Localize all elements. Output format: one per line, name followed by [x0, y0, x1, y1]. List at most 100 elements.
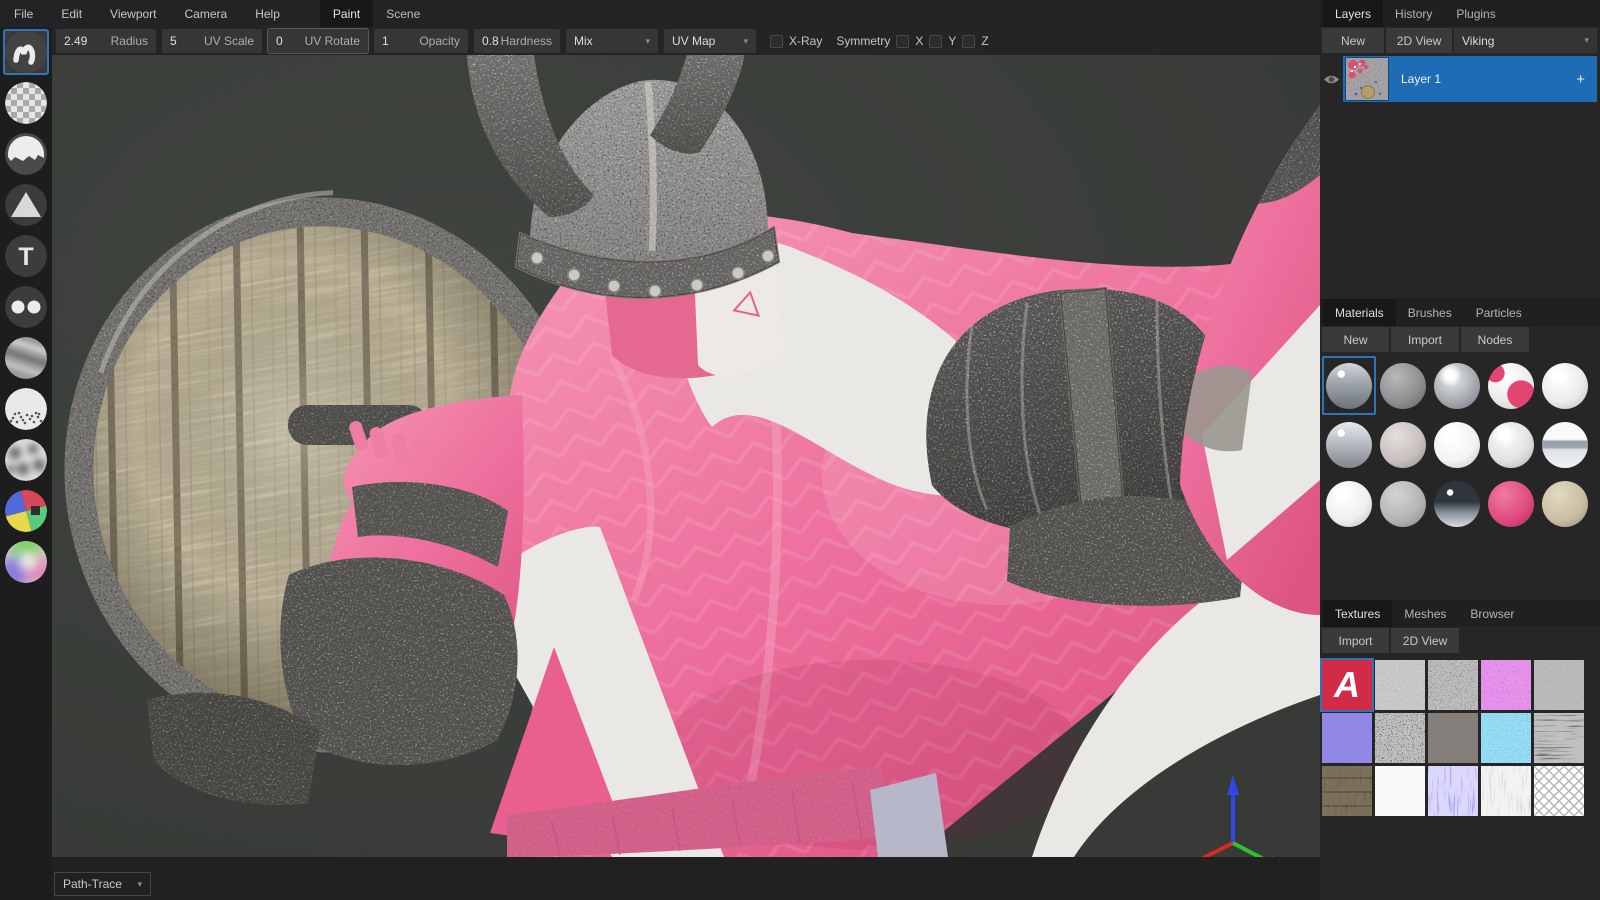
material-swatch-12[interactable]: [1376, 474, 1430, 533]
menu-camera[interactable]: Camera: [171, 0, 242, 27]
particle-icon: [5, 388, 47, 430]
tool-eraser[interactable]: [3, 80, 49, 126]
material-swatch-3[interactable]: [1430, 356, 1484, 415]
texture-thumb-13[interactable]: [1428, 766, 1481, 819]
render-mode-dropdown[interactable]: Path-Trace ▾: [54, 872, 151, 896]
viewport-bottom-bar: Path-Trace ▾: [52, 857, 1320, 900]
material-nodes-button[interactable]: Nodes: [1461, 327, 1529, 352]
material-sphere-preview: [1380, 363, 1426, 409]
menu-viewport[interactable]: Viewport: [96, 0, 170, 27]
material-swatch-5[interactable]: [1538, 356, 1592, 415]
tool-smudge[interactable]: [3, 437, 49, 483]
material-swatch-10[interactable]: [1538, 415, 1592, 474]
tab-history[interactable]: History: [1383, 0, 1444, 27]
material-swatch-7[interactable]: [1376, 415, 1430, 474]
tool-text[interactable]: T: [3, 233, 49, 279]
symmetry-x-checkbox[interactable]: [896, 35, 909, 48]
texture-thumb-10[interactable]: [1534, 713, 1587, 766]
uv-scale-label: UV Scale: [204, 34, 254, 48]
texture-thumb-12[interactable]: [1375, 766, 1428, 819]
texture-thumb-9[interactable]: [1481, 713, 1534, 766]
texture-thumb-4[interactable]: [1481, 660, 1534, 713]
blend-mode-dropdown[interactable]: Mix ▾: [566, 29, 658, 53]
layer-visibility-toggle[interactable]: [1320, 73, 1343, 86]
texture-thumb-5[interactable]: [1534, 660, 1587, 713]
texture-preview: [1375, 713, 1425, 763]
menu-help[interactable]: Help: [241, 0, 294, 27]
layer-selected-strip[interactable]: Layer 1 +: [1343, 56, 1597, 102]
uv-scale-field[interactable]: 5 UV Scale: [162, 29, 262, 53]
tab-textures[interactable]: Textures: [1323, 600, 1392, 627]
hardness-field[interactable]: 0.8 Hardness: [474, 29, 560, 53]
tab-paint[interactable]: Paint: [320, 0, 373, 27]
symmetry-y-checkbox[interactable]: [929, 35, 942, 48]
viewport-3d[interactable]: [52, 55, 1320, 857]
layer-row[interactable]: Layer 1 +: [1320, 56, 1600, 102]
layer-name: Layer 1: [1401, 72, 1441, 86]
texture-thumb-1[interactable]: A: [1322, 660, 1375, 713]
tab-scene[interactable]: Scene: [373, 0, 433, 27]
tab-meshes[interactable]: Meshes: [1392, 600, 1458, 627]
layer-new-button[interactable]: New: [1322, 28, 1384, 53]
opacity-field[interactable]: 1 Opacity: [374, 29, 468, 53]
material-sphere-preview: [1434, 363, 1480, 409]
tab-materials[interactable]: Materials: [1323, 299, 1396, 326]
uv-map-dropdown[interactable]: UV Map ▾: [664, 29, 756, 53]
uv-rotate-field[interactable]: 0 UV Rotate: [268, 29, 368, 53]
texture-thumb-15[interactable]: [1534, 766, 1587, 819]
xray-checkbox[interactable]: [770, 35, 783, 48]
texture-thumb-8[interactable]: [1428, 713, 1481, 766]
layer-thumbnail: [1345, 57, 1389, 101]
object-dropdown[interactable]: Viking ▾: [1454, 28, 1597, 53]
texture-preview: [1481, 766, 1531, 816]
material-swatch-2[interactable]: [1376, 356, 1430, 415]
tool-decal[interactable]: [3, 182, 49, 228]
tool-brush[interactable]: [3, 29, 49, 75]
radius-field[interactable]: 2.49 Radius: [56, 29, 156, 53]
tab-particles[interactable]: Particles: [1464, 299, 1534, 326]
tab-browser[interactable]: Browser: [1458, 600, 1526, 627]
tab-plugins[interactable]: Plugins: [1444, 0, 1507, 27]
material-swatch-13[interactable]: [1430, 474, 1484, 533]
material-swatch-6[interactable]: [1322, 415, 1376, 474]
material-sphere-preview: [1488, 422, 1534, 468]
texture-import-button[interactable]: Import: [1322, 628, 1389, 653]
material-swatch-15[interactable]: [1538, 474, 1592, 533]
svg-text:A: A: [1333, 664, 1360, 705]
tab-layers[interactable]: Layers: [1323, 0, 1383, 27]
tab-brushes[interactable]: Brushes: [1396, 299, 1464, 326]
texture-thumb-6[interactable]: [1322, 713, 1375, 766]
menu-edit[interactable]: Edit: [47, 0, 96, 27]
material-sphere-preview: [1326, 363, 1372, 409]
symmetry-z-checkbox[interactable]: [962, 35, 975, 48]
texture-preview: [1534, 660, 1584, 710]
material-swatch-4[interactable]: [1484, 356, 1538, 415]
texture-thumb-14[interactable]: [1481, 766, 1534, 819]
tool-clone[interactable]: [3, 284, 49, 330]
tool-fill[interactable]: [3, 131, 49, 177]
layer-2d-view-button[interactable]: 2D View: [1386, 28, 1452, 53]
texture-thumb-2[interactable]: [1375, 660, 1428, 713]
layer-add-button[interactable]: +: [1576, 71, 1585, 88]
material-sphere-preview: [1326, 422, 1372, 468]
chevron-down-icon: ▾: [645, 36, 650, 47]
material-swatch-9[interactable]: [1484, 415, 1538, 474]
material-swatch-11[interactable]: [1322, 474, 1376, 533]
uv-scale-value: 5: [170, 34, 177, 48]
material-swatch-1[interactable]: [1322, 356, 1376, 415]
texture-thumb-7[interactable]: [1375, 713, 1428, 766]
tool-particle[interactable]: [3, 386, 49, 432]
tool-material[interactable]: [3, 539, 49, 585]
render-mode-value: Path-Trace: [63, 877, 122, 891]
menu-file[interactable]: File: [0, 0, 47, 27]
material-swatch-8[interactable]: [1430, 415, 1484, 474]
tool-blur[interactable]: [3, 335, 49, 381]
material-new-button[interactable]: New: [1322, 327, 1389, 352]
material-swatch-14[interactable]: [1484, 474, 1538, 533]
texture-thumb-11[interactable]: [1322, 766, 1375, 819]
texture-2d-view-button[interactable]: 2D View: [1391, 628, 1459, 653]
eraser-icon: [5, 82, 47, 124]
tool-picker[interactable]: [3, 488, 49, 534]
material-import-button[interactable]: Import: [1391, 327, 1459, 352]
texture-thumb-3[interactable]: [1428, 660, 1481, 713]
